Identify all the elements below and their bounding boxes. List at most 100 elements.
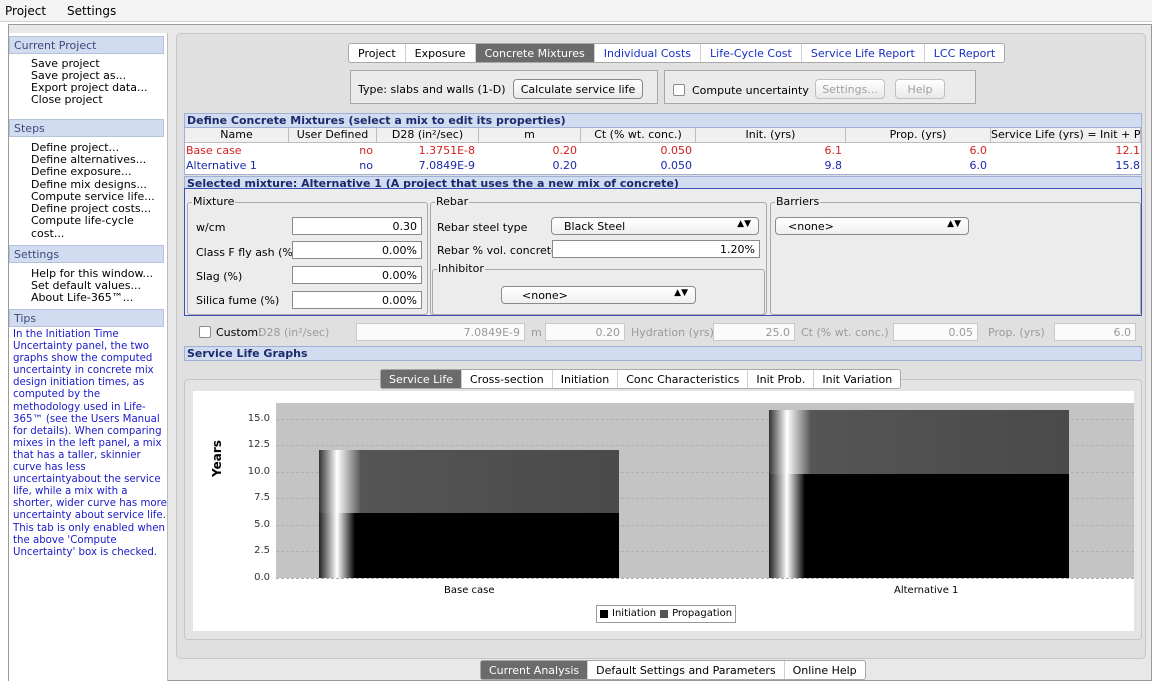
- sidebar: Current Project Save project Save projec…: [9, 33, 168, 681]
- cell-service-life: 12.1: [1115, 144, 1141, 157]
- custom-label: Custom:: [216, 326, 262, 339]
- tab-service-life-report[interactable]: Service Life Report: [802, 44, 925, 62]
- cell-m: 0.20: [552, 159, 578, 172]
- inhibitor-select[interactable]: <none> ▲▼: [501, 286, 696, 304]
- y-tick-label: 7.5: [254, 492, 270, 504]
- x-tick-label: Alternative 1: [894, 585, 959, 596]
- y-axis-ticks: 0.0 2.5 5.0 7.5 10.0 12.5 15.0: [226, 403, 270, 583]
- col-service-life[interactable]: Service Life (yrs) = Init + P...: [991, 128, 1141, 143]
- sidebar-item-compute-lcc[interactable]: Compute life-cycle cost...: [31, 214, 167, 240]
- cell-name: Base case: [186, 144, 242, 157]
- sidebar-header-tips: Tips: [9, 309, 164, 327]
- menu-settings[interactable]: Settings: [67, 4, 116, 18]
- custom-ct-field[interactable]: 0.05: [893, 323, 978, 341]
- custom-m-label: m: [531, 326, 542, 339]
- y-axis-label: Years: [210, 440, 224, 477]
- rebar-type-select[interactable]: Black Steel ▲▼: [551, 217, 759, 235]
- rebar-type-label: Rebar steel type: [437, 221, 528, 234]
- custom-hydration-field[interactable]: 25.0: [713, 323, 795, 341]
- sidebar-header-current-project: Current Project: [9, 36, 164, 54]
- y-tick-label: 5.0: [254, 518, 270, 530]
- y-tick-label: 2.5: [254, 545, 270, 557]
- cell-user-defined: no: [359, 144, 373, 157]
- col-d28[interactable]: D28 (in²/sec): [377, 128, 479, 143]
- tab-individual-costs[interactable]: Individual Costs: [595, 44, 702, 62]
- menu-bar: Project Settings: [0, 0, 1152, 22]
- tab-init-variation[interactable]: Init Variation: [814, 370, 900, 388]
- custom-hydration-label: Hydration (yrs): [631, 326, 714, 339]
- tab-lcc-report[interactable]: LCC Report: [925, 44, 1004, 62]
- barriers-select[interactable]: <none> ▲▼: [775, 217, 969, 235]
- tab-init-prob[interactable]: Init Prob.: [748, 370, 815, 388]
- tab-initiation[interactable]: Initiation: [553, 370, 619, 388]
- settings-button[interactable]: Settings...: [815, 79, 885, 99]
- tab-conc-characteristics[interactable]: Conc Characteristics: [618, 370, 749, 388]
- cell-prop: 6.0: [969, 144, 988, 157]
- tips-text: In the Initiation Time Uncertainty panel…: [13, 329, 167, 558]
- compute-uncertainty-checkbox[interactable]: [673, 84, 685, 96]
- bar-propagation: [769, 410, 1069, 475]
- custom-prop-field[interactable]: 6.0: [1054, 323, 1136, 341]
- cell-init: 9.8: [824, 159, 843, 172]
- rebar-vol-field[interactable]: 1.20%: [552, 240, 760, 258]
- cell-ct: 0.050: [660, 159, 693, 172]
- tab-online-help[interactable]: Online Help: [785, 661, 865, 679]
- menu-project[interactable]: Project: [5, 4, 46, 18]
- cell-prop: 6.0: [969, 159, 988, 172]
- sidebar-item-define-exposure[interactable]: Define exposure...: [31, 165, 131, 178]
- tab-exposure[interactable]: Exposure: [406, 44, 476, 62]
- legend-label-propagation: Propagation: [672, 608, 733, 619]
- legend-swatch-initiation: [600, 610, 608, 618]
- custom-checkbox[interactable]: [199, 326, 211, 338]
- silica-field[interactable]: 0.00%: [292, 291, 422, 309]
- cell-service-life: 15.8: [1115, 159, 1141, 172]
- y-tick-label: 12.5: [247, 439, 270, 451]
- tab-concrete-mixtures[interactable]: Concrete Mixtures: [475, 44, 595, 62]
- cell-d28: 1.3751E-8: [418, 144, 475, 157]
- barriers-group-label: Barriers: [775, 195, 821, 208]
- tab-service-life[interactable]: Service Life: [381, 370, 462, 388]
- sidebar-item-close-project[interactable]: Close project: [31, 93, 103, 106]
- rebar-type-value: Black Steel: [564, 220, 626, 233]
- tab-project[interactable]: Project: [349, 44, 406, 62]
- bar-initiation: [319, 513, 619, 578]
- custom-d28-label: D28 (in²/sec): [258, 326, 330, 339]
- cell-d28: 7.0849E-9: [418, 159, 475, 172]
- col-init[interactable]: Init. (yrs): [696, 128, 846, 143]
- uncertainty-panel: Compute uncertainty Settings... Help: [664, 70, 976, 104]
- custom-d28-field[interactable]: 7.0849E-9: [356, 323, 525, 341]
- col-ct[interactable]: Ct (% wt. conc.): [581, 128, 696, 143]
- tab-life-cycle-cost[interactable]: Life-Cycle Cost: [701, 44, 802, 62]
- y-tick-label: 10.0: [247, 465, 270, 477]
- sidebar-header-settings: Settings: [9, 245, 164, 263]
- calculate-service-life-button[interactable]: Calculate service life: [513, 79, 643, 99]
- wcm-field[interactable]: 0.30: [292, 217, 422, 235]
- tab-cross-section[interactable]: Cross-section: [462, 370, 553, 388]
- help-button[interactable]: Help: [895, 79, 945, 99]
- col-prop[interactable]: Prop. (yrs): [846, 128, 991, 143]
- type-label: Type: slabs and walls (1-D): [358, 83, 506, 96]
- sidebar-item-about[interactable]: About Life-365™...: [31, 291, 133, 304]
- tab-default-settings[interactable]: Default Settings and Parameters: [588, 661, 785, 679]
- custom-ct-label: Ct (% wt. conc.): [801, 326, 889, 339]
- rebar-group-label: Rebar: [435, 195, 470, 208]
- col-name[interactable]: Name: [185, 128, 289, 143]
- cell-m: 0.20: [552, 144, 578, 157]
- inhibitor-group-label: Inhibitor: [437, 262, 485, 275]
- slag-field[interactable]: 0.00%: [292, 266, 422, 284]
- define-mixtures-header: Define Concrete Mixtures (select a mix t…: [184, 113, 1142, 128]
- inhibitor-group: Inhibitor <none> ▲▼: [432, 262, 765, 315]
- tab-current-analysis[interactable]: Current Analysis: [481, 661, 589, 679]
- silica-label: Silica fume (%): [196, 294, 280, 307]
- chart-legend: Initiation Propagation: [596, 605, 737, 623]
- y-tick-label: 15.0: [247, 412, 270, 424]
- top-tab-bar: Project Exposure Concrete Mixtures Indiv…: [348, 43, 1006, 63]
- rebar-group: Rebar Rebar steel type Black Steel ▲▼ Re…: [430, 195, 767, 315]
- flyash-field[interactable]: 0.00%: [292, 241, 422, 259]
- select-arrows-icon: ▲▼: [947, 219, 961, 229]
- col-user-defined[interactable]: User Defined: [289, 128, 377, 143]
- custom-m-field[interactable]: 0.20: [545, 323, 625, 341]
- x-tick-label: Base case: [444, 585, 495, 596]
- bar-propagation: [319, 449, 619, 514]
- col-m[interactable]: m: [479, 128, 581, 143]
